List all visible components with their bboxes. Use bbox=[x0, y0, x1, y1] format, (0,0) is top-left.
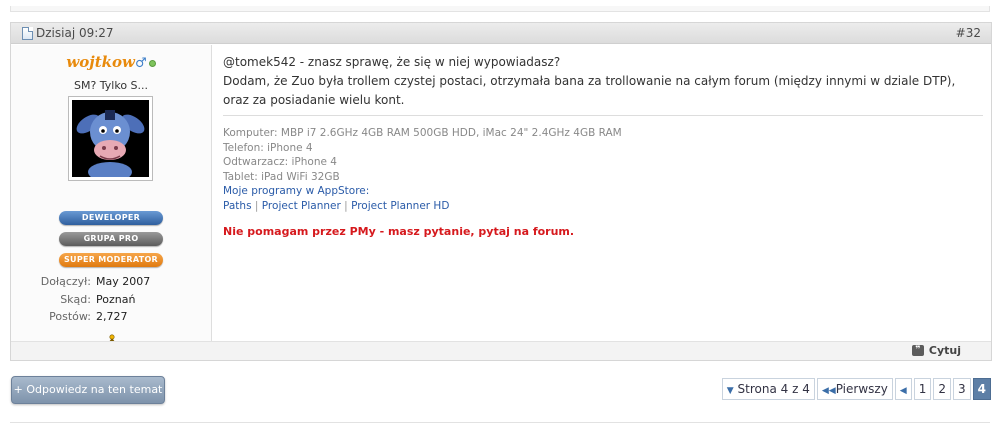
first-page-label: Pierwszy bbox=[835, 382, 888, 396]
message-line: @tomek542 - znasz sprawę, że się w niej … bbox=[223, 55, 561, 69]
post-date-text: Dzisiaj 09:27 bbox=[36, 26, 114, 40]
post-message: @tomek542 - znasz sprawę, że się w niej … bbox=[223, 53, 985, 110]
signature-line: Odtwarzacz: iPhone 4 bbox=[223, 156, 337, 168]
stat-label: Postów: bbox=[49, 310, 91, 323]
signature: Komputer: MBP i7 2.6GHz 4GB RAM 500GB HD… bbox=[223, 126, 622, 213]
post-date: Dzisiaj 09:27 bbox=[22, 26, 114, 40]
post-header: Dzisiaj 09:27 #32 bbox=[11, 23, 991, 44]
message-line: Dodam, że Zuo była trollem czystej posta… bbox=[223, 74, 956, 107]
triangle-down-icon: ▼ bbox=[726, 386, 734, 396]
quote-button[interactable]: ❞ Cytuj bbox=[911, 344, 961, 357]
signature-line: Komputer: MBP i7 2.6GHz 4GB RAM 500GB HD… bbox=[223, 127, 622, 139]
eeyore-avatar-image bbox=[72, 100, 149, 177]
signature-note: Nie pomagam przez PMy - masz pytanie, py… bbox=[223, 225, 575, 238]
page-selector-button[interactable]: ▼ Strona 4 z 4 bbox=[721, 378, 815, 400]
signature-divider bbox=[223, 115, 983, 116]
previous-page-button[interactable]: ◀ bbox=[894, 378, 912, 400]
document-icon bbox=[22, 26, 33, 40]
quote-icon: ❞ bbox=[911, 345, 924, 356]
forum-post: Dzisiaj 09:27 #32 wojtkow♂ SM? Tylko S..… bbox=[10, 22, 992, 361]
signature-line: Tablet: iPad WiFi 32GB bbox=[223, 170, 340, 183]
signature-line: Telefon: iPhone 4 bbox=[223, 141, 313, 154]
stat-value: 2,727 bbox=[96, 310, 128, 323]
post-number-link[interactable]: #32 bbox=[956, 26, 981, 40]
user-info-panel: wojtkow♂ SM? Tylko S... DEWELOPER GRUPA … bbox=[11, 45, 212, 348]
male-icon: ♂ bbox=[134, 56, 147, 71]
rank-badge-super-moderator: SUPER MODERATOR bbox=[59, 253, 163, 267]
signature-apps-heading[interactable]: Moje programy w AppStore: bbox=[223, 184, 622, 199]
top-divider bbox=[10, 6, 990, 12]
chevron-left-icon: ◀ bbox=[899, 386, 907, 396]
stat-label: Dołączył: bbox=[40, 275, 91, 288]
separator: | bbox=[254, 199, 259, 212]
first-page-button[interactable]: ◀◀Pierwszy bbox=[816, 378, 893, 400]
quote-label: Cytuj bbox=[928, 344, 961, 357]
page-selector-label: Strona 4 z 4 bbox=[737, 382, 810, 396]
rank-badge-group-pro: GRUPA PRO bbox=[59, 232, 163, 246]
post-footer: ❞ Cytuj bbox=[11, 341, 991, 360]
stat-value: Poznań bbox=[96, 293, 136, 306]
page-current-4: 4 bbox=[972, 378, 991, 400]
online-status-icon bbox=[148, 59, 156, 67]
app-link-project-planner-hd[interactable]: Project Planner HD bbox=[351, 200, 449, 212]
signature-apps-row: Paths | Project Planner | Project Planne… bbox=[223, 199, 622, 214]
double-chevron-left-icon: ◀◀ bbox=[821, 386, 836, 396]
username-row: wojtkow♂ bbox=[11, 53, 211, 71]
rank-badge-developer: DEWELOPER bbox=[59, 211, 163, 225]
reply-to-thread-button[interactable]: + Odpowiedz na ten temat bbox=[11, 376, 165, 404]
page-link-3[interactable]: 3 bbox=[953, 378, 971, 400]
stat-label: Skąd: bbox=[60, 293, 91, 306]
stat-value: May 2007 bbox=[96, 275, 151, 288]
app-link-paths[interactable]: Paths bbox=[223, 200, 252, 212]
separator: | bbox=[344, 199, 348, 212]
page-link-1[interactable]: 1 bbox=[913, 378, 932, 400]
bottom-divider bbox=[10, 422, 990, 423]
pagination: ▼ Strona 4 z 4 ◀◀Pierwszy ◀ 1 2 3 4 bbox=[721, 378, 991, 400]
user-title: SM? Tylko S... bbox=[73, 79, 149, 92]
page-link-2[interactable]: 2 bbox=[933, 378, 951, 400]
avatar[interactable] bbox=[68, 96, 153, 181]
username-link[interactable]: wojtkow bbox=[66, 53, 135, 71]
app-link-project-planner[interactable]: Project Planner bbox=[262, 200, 341, 212]
